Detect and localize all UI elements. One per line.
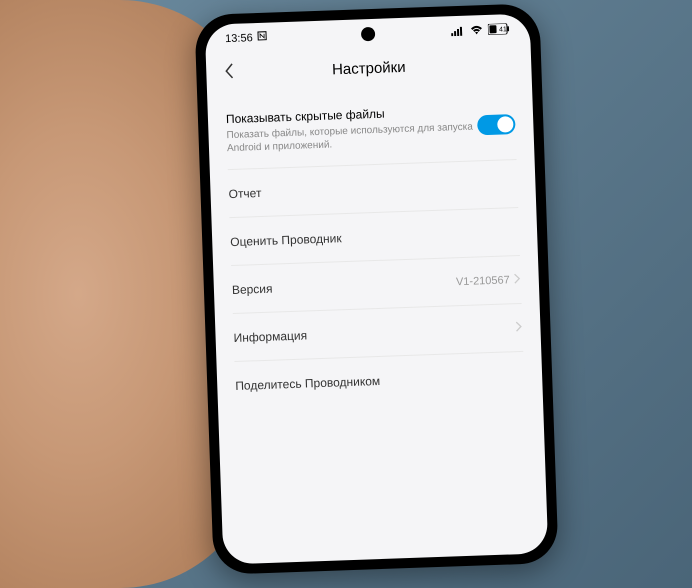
settings-list: Показывать скрытые файлы Показать файлы,… [207, 87, 543, 410]
toggle-switch[interactable] [476, 114, 515, 135]
setting-label: Отчет [228, 185, 261, 200]
toggle-knob [497, 116, 514, 133]
version-value: V1-210567 [455, 274, 509, 288]
camera-notch [360, 27, 374, 41]
svg-text:41: 41 [498, 26, 506, 33]
chevron-right-icon [515, 320, 523, 335]
setting-right: V1-210567 [455, 272, 520, 289]
status-time: 13:56 [224, 32, 252, 45]
setting-text: Показывать скрытые файлы Показать файлы,… [225, 103, 477, 155]
status-left: 13:56 [224, 31, 266, 45]
setting-share[interactable]: Поделитесь Проводником [234, 352, 524, 410]
wifi-icon [469, 25, 482, 35]
setting-hidden-files[interactable]: Показывать скрытые файлы Показать файлы,… [225, 88, 516, 170]
back-button[interactable] [224, 62, 245, 84]
setting-description: Показать файлы, которые используются для… [226, 120, 478, 155]
setting-label: Оценить Проводник [230, 231, 342, 249]
signal-icon [450, 25, 464, 35]
page-title: Настройки [331, 59, 405, 79]
nfc-icon [256, 31, 266, 44]
setting-label: Версия [231, 281, 272, 296]
setting-label: Информация [233, 328, 307, 345]
status-right: 41 [450, 23, 509, 36]
chevron-right-icon [513, 272, 521, 287]
setting-label: Поделитесь Проводником [235, 374, 380, 393]
phone-device: 13:56 41 Настройки [194, 3, 558, 575]
phone-screen: 13:56 41 Настройки [204, 13, 548, 564]
battery-icon: 41 [487, 23, 509, 35]
